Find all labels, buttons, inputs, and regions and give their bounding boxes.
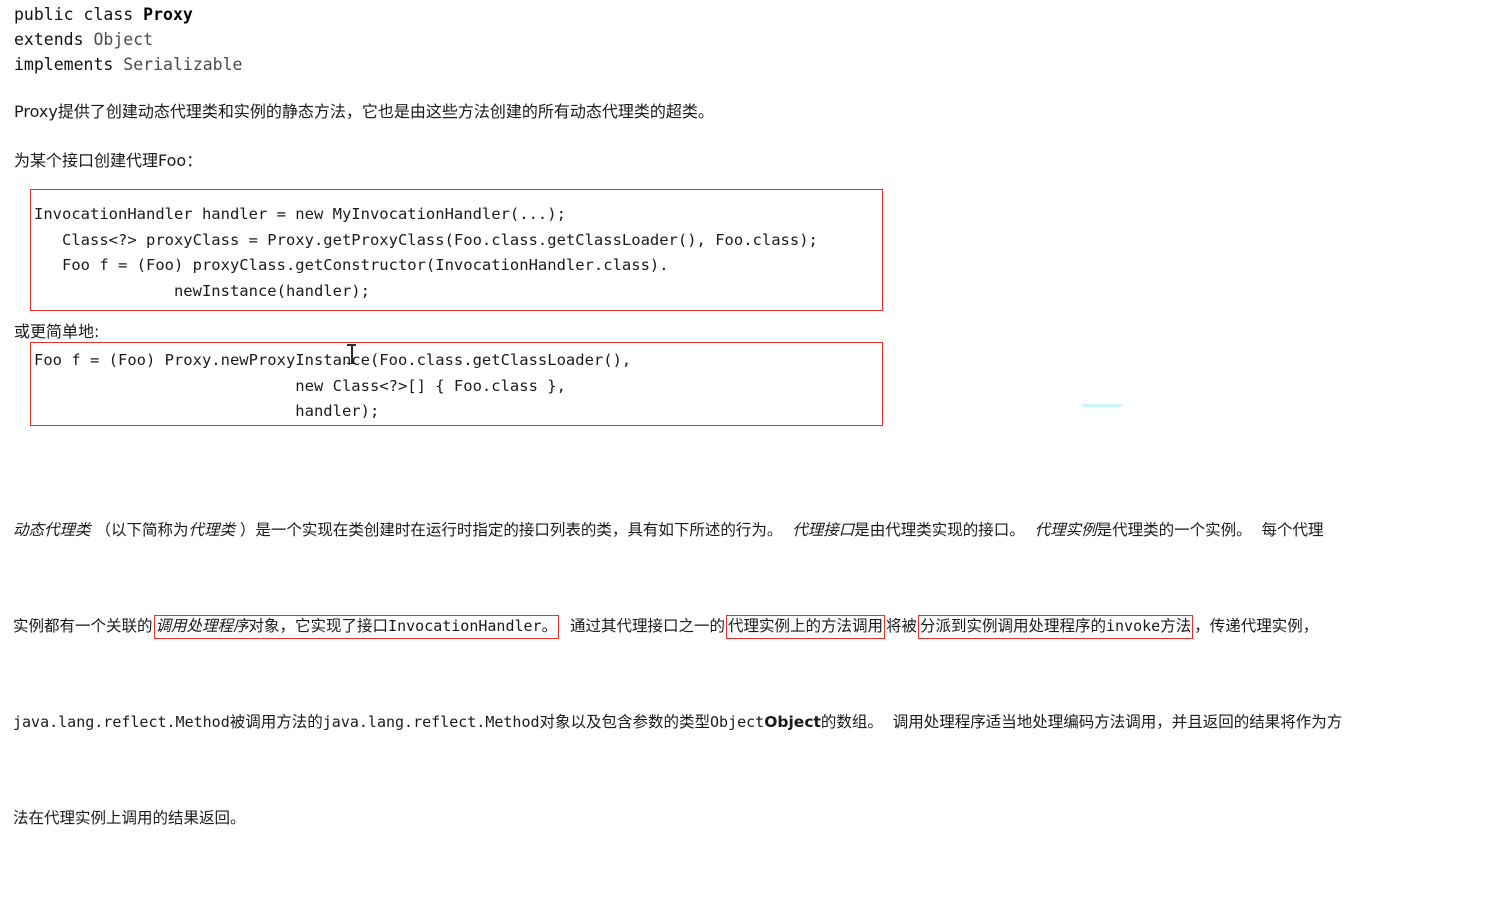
code-line: new Class<?>[] { Foo.class },	[34, 376, 566, 395]
label-simpler: 或更简单地:	[14, 322, 100, 341]
desc-text: ，传递代理实例，	[1194, 617, 1319, 635]
desc-text: 代理实例上的方法调用	[727, 617, 883, 635]
term-dynamic-proxy-class: 动态代理类	[13, 521, 91, 539]
code-line: Foo f = (Foo) Proxy.newProxyInstance(Foo…	[34, 351, 632, 369]
description-paragraph: 动态代理类 （以下简称为代理类 ）是一个实现在类创建时在运行时指定的接口列表的类…	[13, 446, 1493, 902]
code-line: handler);	[34, 402, 380, 420]
desc-text: 方法	[1160, 617, 1192, 635]
description-line-2: 实例都有一个关联的 调用处理程序对象，它实现了接口InvocationHandle…	[13, 614, 1493, 639]
highlight-box-invoke-dispatch[interactable]: 分派到实例调用处理程序的invoke方法	[917, 615, 1194, 639]
desc-text: 将被	[885, 617, 917, 635]
desc-text: 的数组。 调用处理程序适当地处理编码方法调用，并且返回的结果将作为方	[820, 713, 1343, 731]
interface-name: Serializable	[123, 55, 243, 74]
code-invoke: invoke	[1106, 617, 1161, 635]
code-block-newproxyinstance: Foo f = (Foo) Proxy.newProxyInstance(Foo…	[30, 342, 883, 426]
code-object-type: Object	[710, 713, 765, 731]
code-method-type-2: java.lang.reflect.Method	[322, 713, 540, 731]
document-page: public class Proxy extends Object implem…	[0, 0, 1498, 827]
desc-text: 是代理类的一个实例。 每个代理	[1096, 521, 1324, 539]
code-block-proxy-getproxyclass: InvocationHandler handler = new MyInvoca…	[30, 189, 883, 311]
class-name: Proxy	[143, 5, 193, 24]
implements-keyword: implements	[14, 55, 124, 74]
description-line-4: 法在代理实例上调用的结果返回。	[13, 806, 1493, 830]
desc-text: 。	[541, 617, 558, 635]
desc-text: 实例都有一个关联的	[13, 617, 153, 635]
code-line: InvocationHandler handler = new MyInvoca…	[34, 205, 566, 223]
desc-text: （以下简称为	[90, 521, 189, 539]
code-line: Class<?> proxyClass = Proxy.getProxyClas…	[34, 230, 818, 249]
desc-text: 分派到实例调用处理程序的	[919, 617, 1106, 635]
code-invocationhandler: InvocationHandler	[388, 617, 542, 635]
term-proxy-class: 代理类	[188, 521, 235, 539]
superclass-name: Object	[93, 30, 154, 49]
code-line: Foo f = (Foo) proxyClass.getConstructor(…	[34, 256, 669, 274]
desc-text: 对象，它实现了接口	[248, 617, 389, 635]
desc-text: 是由代理类实现的接口。	[854, 521, 1035, 539]
extends-keyword: extends	[14, 30, 94, 49]
desc-text: 法在代理实例上调用的结果返回。	[13, 809, 246, 827]
desc-text: 通过其代理接口之一的	[560, 617, 725, 635]
intro-paragraph-1: Proxy提供了创建动态代理类和实例的静态方法，它也是由这些方法创建的所有动态代…	[14, 102, 714, 121]
term-proxy-interface: 代理接口	[792, 521, 855, 539]
emphasis-object: Object	[764, 713, 821, 731]
code-method-type-1: java.lang.reflect.Method	[13, 713, 230, 731]
highlight-box-invocation-handler[interactable]: 调用处理程序对象，它实现了接口InvocationHandler。	[153, 615, 560, 639]
selection-artifact	[1082, 404, 1122, 407]
description-line-3: java.lang.reflect.Method被调用方法的java.lang.…	[13, 710, 1493, 734]
code-line: newInstance(handler);	[34, 281, 370, 300]
desc-text: 被调用方法的	[229, 713, 323, 731]
desc-text: ）是一个实现在类创建时在运行时指定的接口列表的类，具有如下所述的行为。	[234, 521, 793, 539]
description-line-1: 动态代理类 （以下简称为代理类 ）是一个实现在类创建时在运行时指定的接口列表的类…	[13, 518, 1493, 542]
desc-text: 对象以及包含参数的类型	[539, 713, 711, 731]
intro-paragraph-2: 为某个接口创建代理Foo：	[14, 151, 203, 170]
highlight-box-method-invocation[interactable]: 代理实例上的方法调用	[725, 615, 885, 639]
term-invocation-handler-cn: 调用处理程序	[155, 617, 249, 635]
class-signature: public class Proxy extends Object implem…	[14, 2, 243, 77]
signature-modifier: public class	[14, 5, 144, 24]
term-proxy-instance: 代理实例	[1034, 521, 1097, 539]
